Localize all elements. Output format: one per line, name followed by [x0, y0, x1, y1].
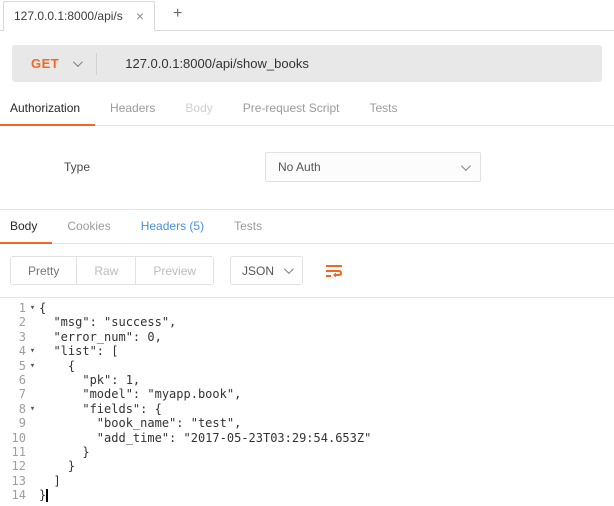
response-tabs: Body Cookies Headers (5) Tests — [0, 210, 614, 244]
code-text: } — [39, 488, 46, 502]
tab-response-body[interactable]: Body — [0, 210, 52, 244]
view-switcher: Pretty Raw Preview — [10, 256, 214, 285]
line-number: 1 — [0, 301, 26, 315]
code-line[interactable]: 10 "add_time": "2017-05-23T03:29:54.653Z… — [0, 431, 614, 445]
code-line[interactable]: 6 "pk": 1, — [0, 373, 614, 387]
chevron-down-icon — [284, 264, 294, 274]
preview-button[interactable]: Preview — [136, 257, 213, 284]
tab-tests[interactable]: Tests — [354, 92, 412, 126]
raw-button[interactable]: Raw — [77, 257, 136, 284]
editor-lines: 1▾{2 "msg": "success",3 "error_num": 0,4… — [0, 301, 614, 502]
tab-response-headers[interactable]: Headers (5) — [126, 210, 219, 244]
line-number: 2 — [0, 315, 26, 329]
code-line[interactable]: 14} — [0, 488, 614, 502]
line-number: 5 — [0, 359, 26, 373]
code-text: "add_time": "2017-05-23T03:29:54.653Z" — [39, 431, 371, 445]
response-toolbar: Pretty Raw Preview JSON — [10, 256, 604, 285]
fold-arrow-icon[interactable]: ▾ — [26, 359, 39, 373]
code-line[interactable]: 9 "book_name": "test", — [0, 416, 614, 430]
format-dropdown[interactable]: JSON — [230, 256, 303, 285]
tab-response-cookies[interactable]: Cookies — [52, 210, 125, 244]
headers-label: Headers — [141, 219, 186, 233]
line-number: 14 — [0, 488, 26, 502]
line-number: 11 — [0, 445, 26, 459]
code-text: "fields": { — [39, 402, 162, 416]
tab-strip: 127.0.0.1:8000/api/s × + — [0, 0, 614, 31]
headers-count-badge: (5) — [189, 219, 204, 233]
chevron-down-icon — [461, 161, 471, 171]
line-number: 3 — [0, 330, 26, 344]
tab-title: 127.0.0.1:8000/api/s — [14, 9, 126, 23]
code-line[interactable]: 11 } — [0, 445, 614, 459]
code-text: } — [39, 445, 90, 459]
pretty-button[interactable]: Pretty — [11, 257, 77, 284]
code-line[interactable]: 13 ] — [0, 474, 614, 488]
request-tab-item[interactable]: 127.0.0.1:8000/api/s × — [3, 1, 155, 31]
code-line[interactable]: 7 "model": "myapp.book", — [0, 387, 614, 401]
request-url-bar: GET 127.0.0.1:8000/api/show_books — [12, 45, 602, 82]
code-line[interactable]: 5▾ { — [0, 359, 614, 373]
response-body-editor[interactable]: 1▾{2 "msg": "success",3 "error_num": 0,4… — [0, 297, 614, 502]
code-text: { — [39, 301, 46, 315]
fold-arrow-icon[interactable]: ▾ — [26, 344, 39, 358]
line-number: 10 — [0, 431, 26, 445]
code-line[interactable]: 8▾ "fields": { — [0, 402, 614, 416]
new-tab-button[interactable]: + — [167, 2, 188, 26]
tab-prerequest-script[interactable]: Pre-request Script — [228, 92, 355, 126]
url-input[interactable]: 127.0.0.1:8000/api/show_books — [97, 56, 309, 71]
wrap-text-button[interactable] — [319, 256, 349, 285]
method-label: GET — [31, 56, 59, 71]
postman-window: 127.0.0.1:8000/api/s × + GET 127.0.0.1:8… — [0, 0, 614, 502]
fold-arrow-icon[interactable]: ▾ — [26, 402, 39, 416]
auth-type-select[interactable]: No Auth — [265, 152, 481, 182]
code-line[interactable]: 1▾{ — [0, 301, 614, 315]
method-dropdown[interactable]: GET — [12, 45, 96, 82]
wrap-text-icon — [324, 263, 344, 279]
code-line[interactable]: 2 "msg": "success", — [0, 315, 614, 329]
tab-body[interactable]: Body — [170, 92, 227, 126]
code-line[interactable]: 4▾ "list": [ — [0, 344, 614, 358]
request-tabs: Authorization Headers Body Pre-request S… — [0, 92, 614, 126]
close-tab-icon[interactable]: × — [136, 8, 144, 24]
code-text: ] — [39, 474, 61, 488]
code-text: "model": "myapp.book", — [39, 387, 241, 401]
format-value: JSON — [242, 264, 274, 278]
code-text: "msg": "success", — [39, 315, 176, 329]
auth-type-label: Type — [64, 160, 265, 174]
fold-arrow-icon[interactable]: ▾ — [26, 301, 39, 315]
text-cursor — [46, 489, 48, 502]
line-number: 4 — [0, 344, 26, 358]
auth-section: Type No Auth — [0, 126, 614, 210]
tab-response-tests[interactable]: Tests — [219, 210, 277, 244]
tab-authorization[interactable]: Authorization — [0, 92, 95, 126]
code-text: "list": [ — [39, 344, 118, 358]
code-text: "book_name": "test", — [39, 416, 241, 430]
line-number: 9 — [0, 416, 26, 430]
code-text: } — [39, 459, 75, 473]
auth-type-value: No Auth — [278, 160, 321, 174]
line-number: 13 — [0, 474, 26, 488]
code-text: "error_num": 0, — [39, 330, 162, 344]
line-number: 7 — [0, 387, 26, 401]
code-text: { — [39, 359, 75, 373]
code-line[interactable]: 12 } — [0, 459, 614, 473]
chevron-down-icon — [73, 57, 83, 67]
code-text: "pk": 1, — [39, 373, 140, 387]
code-line[interactable]: 3 "error_num": 0, — [0, 330, 614, 344]
line-number: 6 — [0, 373, 26, 387]
tab-headers[interactable]: Headers — [95, 92, 170, 126]
line-number: 12 — [0, 459, 26, 473]
line-number: 8 — [0, 402, 26, 416]
